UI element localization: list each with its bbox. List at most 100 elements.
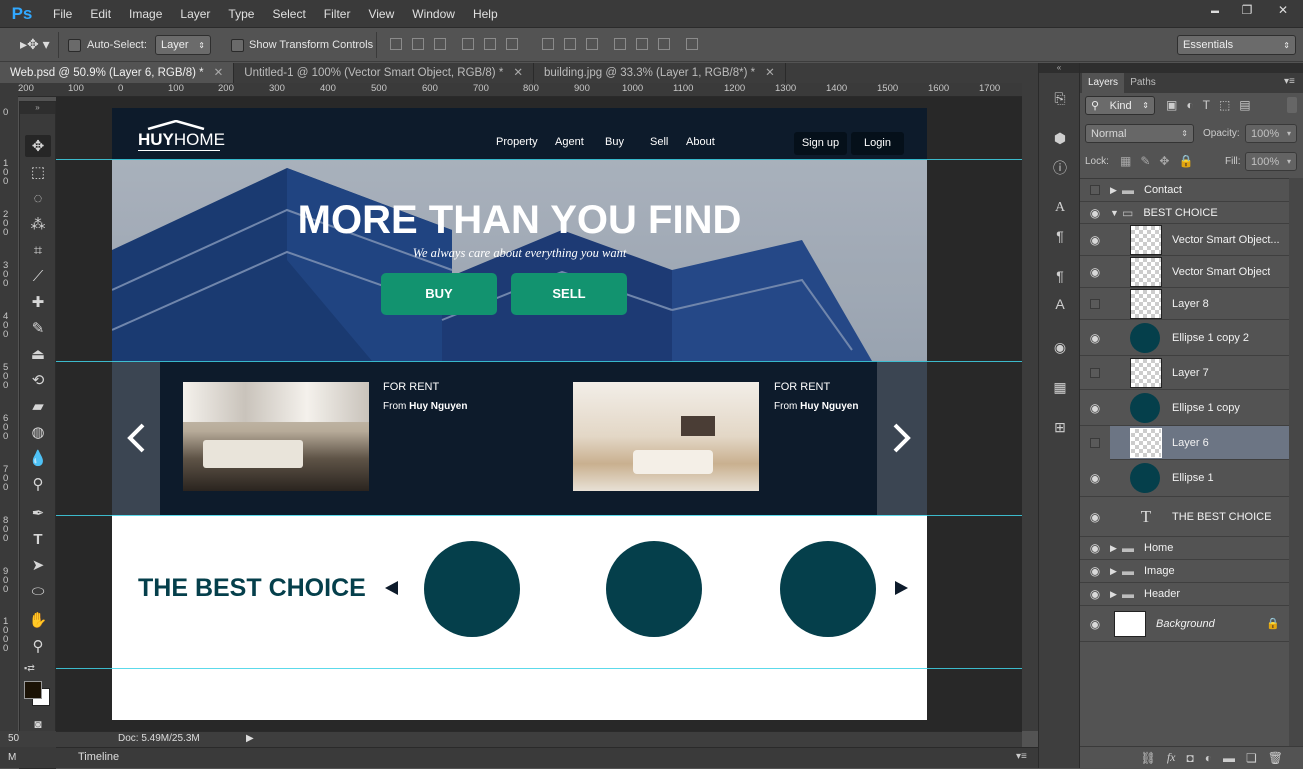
lock-pixels-icon[interactable]: ✎ [1140,154,1150,168]
history-panel-icon[interactable]: ⎘ [1049,87,1071,109]
eye-icon[interactable]: ◉ [1080,265,1110,279]
eye-icon[interactable]: ◉ [1080,233,1110,247]
distribute-vcenter-icon[interactable] [564,38,576,50]
visibility-toggle[interactable] [1080,185,1110,195]
triangle-right-icon[interactable] [893,580,909,596]
layer-row-home[interactable]: ◉ ▶ ▬ Home [1080,537,1289,560]
layer-row-best-choice[interactable]: ◉ ▼ ▭ BEST CHOICE [1080,202,1289,224]
dodge-tool-icon[interactable]: ⚲ [25,473,51,495]
ellipse-2[interactable] [606,541,702,637]
ellipse-1[interactable] [424,541,520,637]
move-tool-icon[interactable]: ✥ [25,135,51,157]
layer-row-vso-2[interactable]: ◉ Vector Smart Object [1080,256,1289,288]
layers-scrollbar[interactable] [1289,178,1303,748]
visibility-toggle[interactable] [1080,367,1110,378]
lock-position-icon[interactable]: ✥ [1159,154,1169,168]
layer-row-background[interactable]: ◉ Background 🔒 [1080,606,1289,642]
marquee-tool-icon[interactable]: ⬚ [25,161,51,183]
paragraph-styles-icon[interactable]: ¶ [1049,265,1071,287]
align-left-icon[interactable] [462,38,474,50]
distribute-hcenter-icon[interactable] [636,38,648,50]
hand-tool-icon[interactable]: ✋ [25,609,51,631]
status-menu-arrow-icon[interactable]: ▶ [246,733,254,744]
timeline-tab[interactable]: Timeline [78,751,119,763]
kuler-icon[interactable]: ◉ [1049,336,1071,358]
lasso-tool-icon[interactable]: ◌ [25,187,51,209]
collapse-arrow-icon[interactable]: ▼ [1110,208,1122,218]
expand-arrow-icon[interactable]: ▶ [1110,566,1122,577]
layer-row-contact[interactable]: ▶ ▬ Contact [1080,179,1289,202]
quick-select-tool-icon[interactable]: ⁂ [25,213,51,235]
visibility-toggle[interactable] [1080,425,1110,460]
ellipse-3[interactable] [780,541,876,637]
eye-icon[interactable]: ◉ [1080,206,1110,220]
zoom-tool-icon[interactable]: ⚲ [25,635,51,657]
layer-row-vso-1[interactable]: ◉ Vector Smart Object... [1080,224,1289,256]
grid-panel-icon[interactable]: ⊞ [1049,416,1071,438]
distribute-bottom-icon[interactable] [586,38,598,50]
buy-button[interactable]: BUY [381,273,497,315]
eye-icon[interactable]: ◉ [1080,541,1110,555]
fx-icon[interactable]: fx [1167,750,1176,765]
tab-paths[interactable]: Paths [1126,73,1160,93]
pen-tool-icon[interactable]: ✒ [25,502,51,524]
type-tool-icon[interactable]: T [25,528,51,550]
listing-photo-1[interactable] [183,382,369,491]
menu-layer[interactable]: Layer [171,0,219,28]
ellipse-tool-icon[interactable]: ⬭ [25,580,51,602]
listing-photo-2[interactable] [573,382,759,491]
canvas-vertical-scrollbar[interactable] [1022,83,1038,731]
auto-select-checkbox[interactable] [68,39,81,52]
new-group-icon[interactable]: ▬ [1223,751,1235,765]
nav-about[interactable]: About [686,136,715,148]
filter-toggle[interactable] [1287,97,1297,113]
crop-tool-icon[interactable]: ⌗ [25,239,51,261]
filter-adjustment-icon[interactable]: ◐ [1186,98,1193,112]
carousel-next-button[interactable] [877,361,927,515]
healing-brush-tool-icon[interactable]: ✚ [25,291,51,313]
eyedropper-tool-icon[interactable]: ⟋ [25,265,51,287]
sell-button[interactable]: SELL [511,273,627,315]
foreground-color-swatch[interactable] [24,681,42,699]
panel-menu-icon[interactable]: ▾≡ [1284,76,1295,87]
collapse-icon[interactable]: » [20,102,55,114]
character-styles-icon[interactable]: A [1049,293,1071,315]
signup-button[interactable]: Sign up [794,132,847,155]
nav-property[interactable]: Property [496,136,555,148]
zoom-readout[interactable]: 50 [0,731,56,747]
layer-filter-kind[interactable]: ⚲ Kind ⇕ [1085,96,1155,115]
menu-view[interactable]: View [359,0,403,28]
menu-image[interactable]: Image [120,0,171,28]
panel-menu-icon[interactable]: ▾≡ [1016,751,1027,762]
clone-stamp-tool-icon[interactable]: ⏏ [25,343,51,365]
path-selection-tool-icon[interactable]: ➤ [25,554,51,576]
eye-icon[interactable]: ◉ [1080,471,1110,485]
login-button[interactable]: Login [851,132,904,155]
align-top-icon[interactable] [390,38,402,50]
tab-web-psd[interactable]: Web.psd @ 50.9% (Layer 6, RGB/8) * ✕ [0,63,235,83]
distribute-top-icon[interactable] [542,38,554,50]
doc-size[interactable]: Doc: 5.49M/25.3M [118,733,200,744]
nav-sell[interactable]: Sell [650,136,686,148]
3d-panel-icon[interactable]: ⬢ [1049,127,1071,149]
align-bottom-icon[interactable] [434,38,446,50]
character-panel-icon[interactable]: A [1049,197,1071,219]
filter-pixel-icon[interactable]: ▣ [1166,98,1177,112]
swatches-icon[interactable]: ▦ [1049,376,1071,398]
layer-row-ellipse-1[interactable]: ◉ Ellipse 1 [1080,460,1289,497]
align-vcenter-icon[interactable] [412,38,424,50]
paragraph-panel-icon[interactable]: ¶ [1049,225,1071,247]
nav-agent[interactable]: Agent [555,136,605,148]
link-layers-icon[interactable]: ⛓ [1141,751,1156,765]
eraser-tool-icon[interactable]: ▰ [25,395,51,417]
tab-layers[interactable]: Layers [1082,73,1124,93]
distribute-right-icon[interactable] [658,38,670,50]
brush-tool-icon[interactable]: ✎ [25,317,51,339]
workspace-dropdown[interactable]: Essentials ⇕ [1177,35,1296,55]
eye-icon[interactable]: ◉ [1080,564,1110,578]
tab-building-jpg[interactable]: building.jpg @ 33.3% (Layer 1, RGB/8*) *… [534,63,786,83]
menu-window[interactable]: Window [403,0,464,28]
eye-icon[interactable]: ◉ [1080,401,1110,415]
paint-bucket-tool-icon[interactable]: ◍ [25,421,51,443]
menu-edit[interactable]: Edit [81,0,120,28]
